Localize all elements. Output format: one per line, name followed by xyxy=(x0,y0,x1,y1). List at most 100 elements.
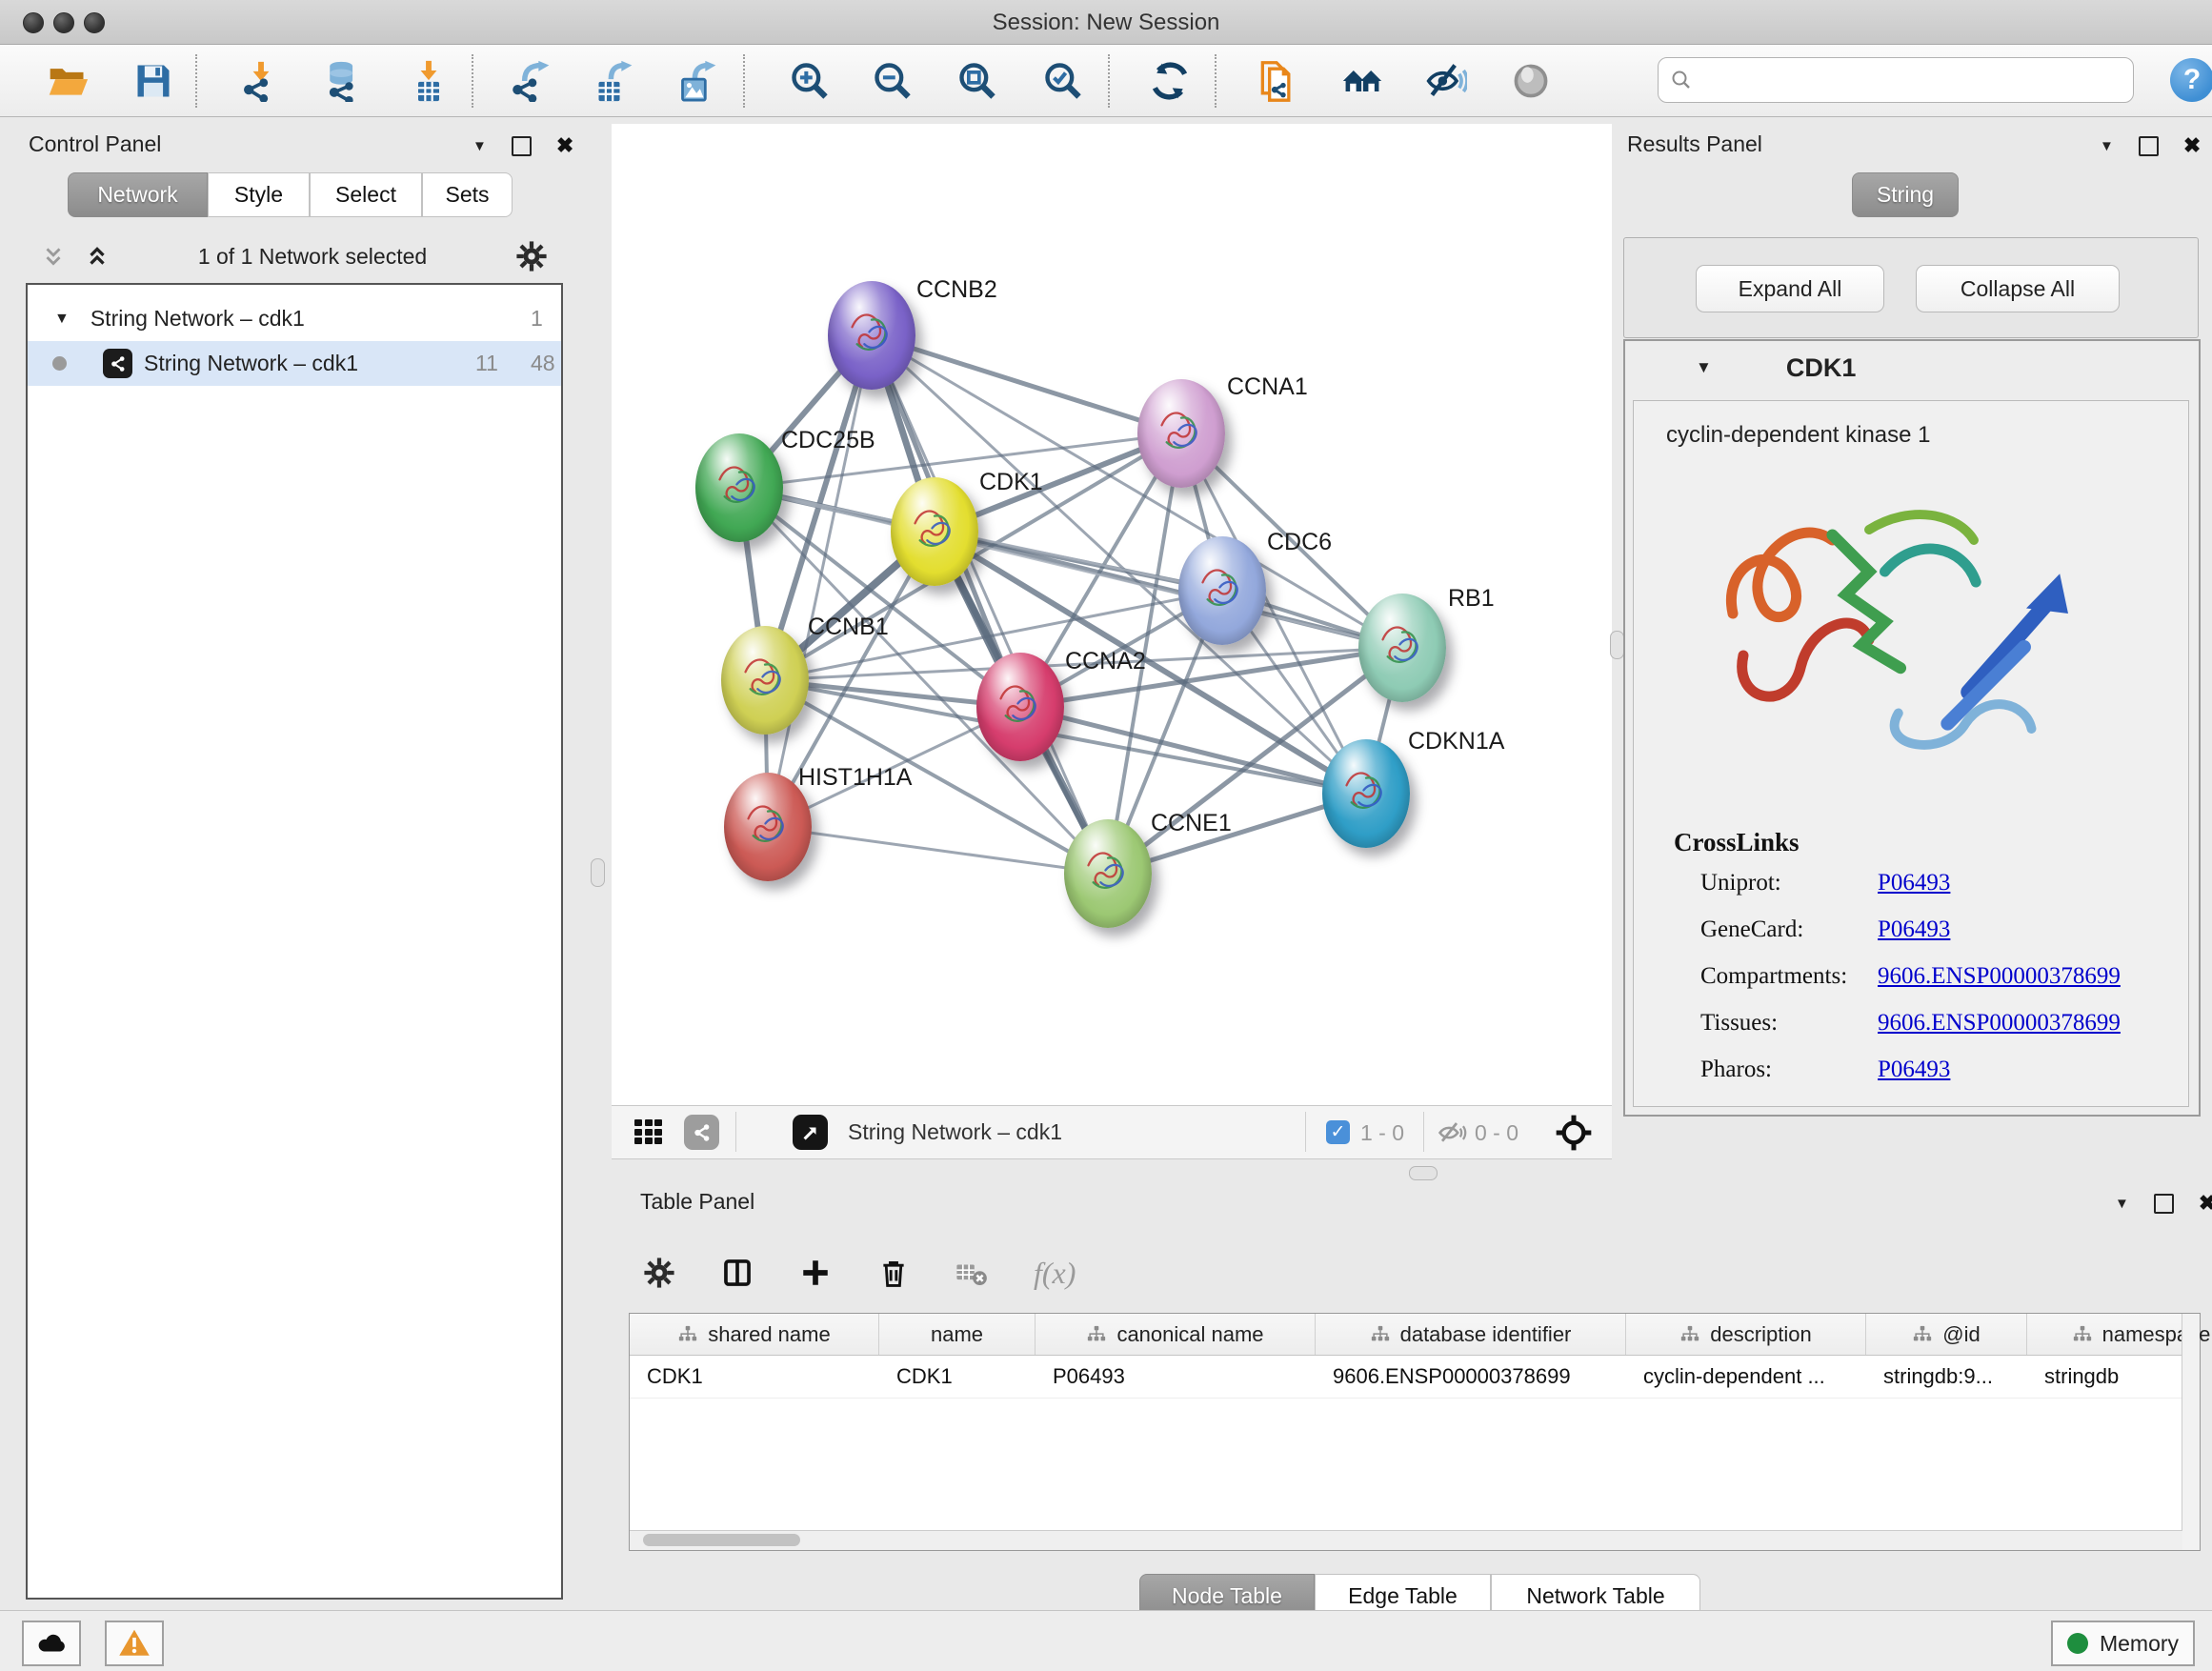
show-columns-icon[interactable] xyxy=(721,1257,754,1289)
network-view-canvas[interactable]: CCNB2 CCNA1 CDC25B CDK1 CDC6 RB1 xyxy=(612,124,1612,1105)
network-node-ccnb2[interactable] xyxy=(828,281,915,390)
selected-checkbox-icon[interactable]: ✓ xyxy=(1326,1120,1350,1144)
cloud-button[interactable] xyxy=(22,1621,81,1666)
network-edge-CCNB2-CCNE1[interactable] xyxy=(872,335,1108,874)
open-session-button[interactable] xyxy=(46,59,90,103)
gene-name: CDK1 xyxy=(1786,353,1857,383)
network-node-cdc25b[interactable] xyxy=(695,433,783,542)
panel-float-icon[interactable] xyxy=(2139,136,2159,156)
bottom-splitter-handle[interactable] xyxy=(1409,1166,1438,1180)
refresh-view-button[interactable] xyxy=(1148,59,1192,103)
grid-view-icon[interactable] xyxy=(634,1119,663,1145)
gene-section-header[interactable]: ▼ CDK1 xyxy=(1625,341,2199,394)
table-cell-shared-name[interactable]: CDK1 xyxy=(630,1355,879,1398)
network-node-rb1[interactable] xyxy=(1358,594,1446,702)
network-node-ccna2[interactable] xyxy=(976,653,1064,761)
crosslink-value-link[interactable]: P06493 xyxy=(1878,870,1950,896)
zoom-in-button[interactable] xyxy=(788,59,832,103)
search-input[interactable] xyxy=(1693,67,2106,93)
crosshair-icon[interactable] xyxy=(1555,1114,1593,1152)
zoom-selected-button[interactable] xyxy=(1041,59,1085,103)
column-header-name[interactable]: name xyxy=(879,1314,1036,1355)
birds-eye-view-button[interactable] xyxy=(793,1115,828,1150)
function-builder-button[interactable]: f(x) xyxy=(1034,1256,1076,1291)
export-network-to-file-button[interactable] xyxy=(510,59,553,103)
network-node-cdc6[interactable] xyxy=(1178,536,1266,645)
panel-menu-icon[interactable]: ▼ xyxy=(2115,1196,2129,1212)
panel-close-icon[interactable]: ✖ xyxy=(2199,1191,2212,1216)
table-row[interactable]: CDK1CDK1P064939606.ENSP00000378699cyclin… xyxy=(630,1355,2182,1399)
table-cell-name[interactable]: CDK1 xyxy=(879,1355,1036,1398)
gear-icon[interactable] xyxy=(515,240,548,272)
show-graphics-details-button[interactable] xyxy=(1509,59,1553,103)
export-image-button[interactable] xyxy=(676,59,720,103)
crosslink-value-link[interactable]: P06493 xyxy=(1878,916,1950,943)
left-splitter-handle[interactable] xyxy=(591,858,605,887)
first-neighbors-button[interactable] xyxy=(1340,59,1384,103)
crosslink-value-link[interactable]: P06493 xyxy=(1878,1057,1950,1083)
panel-close-icon[interactable]: ✖ xyxy=(2183,133,2201,158)
hidden-eye-slash-icon[interactable] xyxy=(1437,1118,1467,1147)
results-tab-string[interactable]: String xyxy=(1852,172,1959,217)
panel-close-icon[interactable]: ✖ xyxy=(556,133,573,158)
import-network-from-file-button[interactable] xyxy=(239,59,283,103)
network-node-ccna1[interactable] xyxy=(1137,379,1225,488)
network-node-cdk1[interactable] xyxy=(891,477,978,586)
add-column-icon[interactable] xyxy=(799,1257,832,1289)
memory-button[interactable]: Memory xyxy=(2051,1621,2195,1666)
table-cell--id[interactable]: stringdb:9... xyxy=(1866,1355,2027,1398)
node-table[interactable]: shared namenamecanonical namedatabase id… xyxy=(629,1313,2201,1551)
network-collection-row[interactable]: ▼ String Network – cdk1 1 xyxy=(28,296,561,341)
table-gear-icon[interactable] xyxy=(643,1257,675,1289)
help-button[interactable]: ? xyxy=(2170,58,2212,102)
column-header-description[interactable]: description xyxy=(1626,1314,1866,1355)
crosslink-value-link[interactable]: 9606.ENSP00000378699 xyxy=(1878,1010,2121,1037)
column-header-shared-name[interactable]: shared name xyxy=(630,1314,879,1355)
panel-float-icon[interactable] xyxy=(512,136,532,156)
table-cell-database-identifier[interactable]: 9606.ENSP00000378699 xyxy=(1316,1355,1626,1398)
expand-all-button[interactable]: Expand All xyxy=(1696,265,1884,312)
horizontal-scrollbar[interactable] xyxy=(630,1530,2182,1550)
delete-column-icon[interactable] xyxy=(877,1257,910,1289)
tab-style[interactable]: Style xyxy=(208,172,310,217)
network-edge-CDC25B-CDC6[interactable] xyxy=(739,488,1222,591)
network-node-ccnb1[interactable] xyxy=(721,626,809,735)
table-cell-canonical-name[interactable]: P06493 xyxy=(1036,1355,1316,1398)
import-table-from-file-button[interactable] xyxy=(407,59,451,103)
collapse-all-button[interactable]: Collapse All xyxy=(1916,265,2120,312)
network-edge-CCNE1-HIST1H1A[interactable] xyxy=(768,827,1108,874)
zoom-out-button[interactable] xyxy=(871,59,915,103)
import-network-from-database-button[interactable] xyxy=(321,59,365,103)
network-node-ccne1[interactable] xyxy=(1064,819,1152,928)
expand-all-icon[interactable] xyxy=(85,244,110,269)
crosslink-value-link[interactable]: 9606.ENSP00000378699 xyxy=(1878,963,2121,990)
tree-expander-icon[interactable]: ▼ xyxy=(54,311,70,328)
save-session-button[interactable] xyxy=(131,59,175,103)
column-header-canonical-name[interactable]: canonical name xyxy=(1036,1314,1316,1355)
tab-network[interactable]: Network xyxy=(68,172,208,217)
panel-menu-icon[interactable]: ▼ xyxy=(473,138,487,154)
network-node-cdkn1a[interactable] xyxy=(1322,739,1410,848)
tab-select[interactable]: Select xyxy=(310,172,422,217)
network-row[interactable]: String Network – cdk1 11 48 xyxy=(28,341,561,386)
network-edge-CCNB2-CCNA1[interactable] xyxy=(872,335,1181,433)
import-string-network-button[interactable] xyxy=(1255,59,1298,103)
zoom-fit-button[interactable] xyxy=(955,59,999,103)
section-collapse-icon[interactable]: ▼ xyxy=(1696,358,1712,377)
column-header-database-identifier[interactable]: database identifier xyxy=(1316,1314,1626,1355)
table-cell-description[interactable]: cyclin-dependent ... xyxy=(1626,1355,1866,1398)
panel-menu-icon[interactable]: ▼ xyxy=(2100,138,2114,154)
tab-sets[interactable]: Sets xyxy=(422,172,513,217)
delete-table-icon[interactable] xyxy=(955,1257,988,1289)
warning-button[interactable] xyxy=(105,1621,164,1666)
string-tab-label[interactable]: String xyxy=(1852,172,1959,217)
column-header--id[interactable]: @id xyxy=(1866,1314,2027,1355)
search-field[interactable] xyxy=(1658,57,2134,103)
hide-selected-button[interactable] xyxy=(1424,59,1468,103)
scrollbar-thumb[interactable] xyxy=(643,1534,800,1546)
collapse-all-icon[interactable] xyxy=(41,244,66,269)
vertical-scrollbar[interactable] xyxy=(2182,1314,2200,1550)
export-table-to-file-button[interactable] xyxy=(593,59,636,103)
share-view-button[interactable] xyxy=(684,1115,719,1150)
panel-float-icon[interactable] xyxy=(2154,1194,2174,1214)
